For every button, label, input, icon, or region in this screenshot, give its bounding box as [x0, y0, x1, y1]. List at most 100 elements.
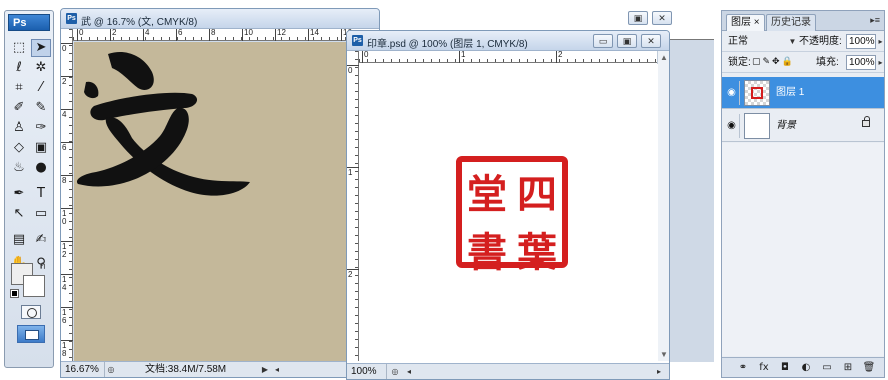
add-mask-icon[interactable]: ◘	[778, 361, 792, 374]
vertical-ruler-seal[interactable]: 0 1 2	[347, 51, 359, 361]
type-tool-icon[interactable]: T	[31, 185, 51, 203]
crop-tool-icon[interactable]: ⌗	[9, 79, 29, 97]
scroll-left-icon-seal[interactable]: ◂	[403, 366, 415, 377]
ruler-major-tick	[77, 29, 78, 41]
workspace: Ps 武 @ 16.7% (文, CMYK/8) ▭ 0246810121416…	[56, 0, 716, 380]
ruler-major-tick	[459, 51, 460, 63]
lasso-tool-icon[interactable]: ℓ	[9, 59, 29, 77]
document-titlebar-seal[interactable]: Ps 印章.psd @ 100% (图层 1, CMYK/8) ▭ ▣ ✕	[347, 31, 669, 51]
fx-icon[interactable]: fx	[757, 361, 771, 374]
status-arrow-icon[interactable]: ▶	[259, 364, 271, 375]
pen-tool-icon[interactable]: ✒	[9, 185, 29, 203]
slice-tool-icon[interactable]: ⁄	[31, 79, 51, 97]
calligraphy-canvas[interactable]	[74, 42, 379, 362]
document-title: 武 @ 16.7% (文, CMYK/8)	[81, 17, 198, 28]
ruler-label: 2	[112, 28, 117, 37]
adjustment-layer-icon[interactable]: ◐	[799, 361, 813, 374]
document-window-calligraphy[interactable]: Ps 武 @ 16.7% (文, CMYK/8) ▭ 0246810121416…	[60, 8, 380, 378]
document-titlebar[interactable]: Ps 武 @ 16.7% (文, CMYK/8) ▭	[61, 9, 379, 29]
brush-tool-icon[interactable]: ✎	[31, 99, 51, 117]
horizontal-ruler[interactable]: 0246810121416	[73, 29, 379, 41]
document-title-seal: 印章.psd @ 100% (图层 1, CMYK/8)	[367, 39, 528, 50]
ruler-major-tick	[347, 167, 359, 168]
zoom-level[interactable]: 16.67%	[61, 362, 105, 377]
ruler-label: 1 8	[62, 341, 67, 358]
marquee-tool-icon[interactable]: ⬚	[9, 39, 29, 57]
lock-icon	[862, 116, 870, 127]
layers-empty-area	[722, 143, 884, 356]
restore-button-seal[interactable]: ▣	[617, 34, 637, 48]
delete-layer-icon[interactable]: 🗑	[862, 361, 876, 374]
layers-panel-toolbar: ⚭ fx ◘ ◐ ▭ ⊞ 🗑	[722, 357, 884, 377]
ruler-label: 0	[79, 28, 84, 37]
clone-stamp-tool-icon[interactable]: ♙	[9, 119, 29, 137]
layer-row-layer1[interactable]: ◉ 图层 1	[722, 77, 884, 109]
lock-label: 锁定:	[728, 57, 751, 68]
link-layers-icon[interactable]: ⚭	[736, 361, 750, 374]
restore-button[interactable]: ▣	[628, 11, 648, 25]
opacity-field[interactable]: 100%	[846, 34, 876, 49]
scroll-right-icon-seal[interactable]: ▸	[653, 366, 665, 377]
vertical-scrollbar[interactable]: ▲ ▼	[657, 51, 669, 361]
blur-tool-icon[interactable]: ♨	[9, 159, 29, 177]
minimize-button-seal[interactable]: ▭	[593, 34, 613, 48]
swap-colors-icon[interactable]: ↰	[39, 261, 47, 272]
fill-field[interactable]: 100%	[846, 55, 876, 70]
chevron-down-icon[interactable]: ▼	[788, 34, 797, 49]
document-window-seal[interactable]: Ps 印章.psd @ 100% (图层 1, CMYK/8) ▭ ▣ ✕ 0 1…	[346, 30, 670, 380]
background-color-swatch[interactable]	[23, 275, 45, 297]
status-menu-icon[interactable]: ◎	[105, 364, 117, 375]
ruler-label: 1	[461, 50, 466, 59]
ruler-label: 0	[364, 50, 369, 59]
visibility-eye-icon[interactable]: ◉	[724, 81, 740, 105]
shape-tool-icon[interactable]: ▭	[31, 205, 51, 223]
dodge-tool-icon[interactable]: ●	[31, 159, 51, 177]
screen-mode-button[interactable]	[17, 325, 45, 343]
ruler-major-tick	[308, 29, 309, 41]
layer-name[interactable]: 图层 1	[776, 77, 804, 109]
fill-arrow-icon[interactable]: ▸	[876, 55, 885, 70]
new-group-icon[interactable]: ▭	[820, 361, 834, 374]
gradient-tool-icon[interactable]: ▣	[31, 139, 51, 157]
tab-history[interactable]: 历史记录	[766, 14, 816, 31]
ruler-major-tick	[347, 269, 359, 270]
ruler-label: 6	[178, 28, 183, 37]
zoom-level-seal[interactable]: 100%	[347, 364, 387, 379]
ruler-major-tick	[556, 51, 557, 63]
new-layer-icon[interactable]: ⊞	[841, 361, 855, 374]
layer-row-background[interactable]: ◉ 背景	[722, 110, 884, 142]
healing-brush-tool-icon[interactable]: ✐	[9, 99, 29, 117]
scroll-left-icon[interactable]: ◂	[271, 364, 283, 375]
eyedropper-tool-icon[interactable]: ✍	[31, 231, 51, 249]
photoshop-logo: Ps	[8, 14, 50, 31]
default-colors-icon[interactable]	[10, 289, 19, 298]
history-brush-tool-icon[interactable]: ✑	[31, 119, 51, 137]
ruler-label: 4	[62, 110, 67, 119]
tab-layers[interactable]: 图层 ×	[726, 14, 765, 31]
panel-menu-icon[interactable]: ▸≡	[870, 15, 880, 26]
ruler-label: 1 2	[62, 242, 67, 259]
ruler-major-tick	[61, 241, 73, 242]
vertical-ruler[interactable]: 0 2 4 6 8 1 0 1 2 1 4 1 6 1 8	[61, 29, 73, 363]
move-tool-icon[interactable]: ➤	[31, 39, 51, 57]
status-menu-icon-seal[interactable]: ◎	[389, 366, 401, 377]
layer-name[interactable]: 背景	[776, 110, 796, 142]
blend-mode-select[interactable]: 正常	[728, 32, 748, 51]
close-button-seal[interactable]: ✕	[641, 34, 661, 48]
ruler-label: 8	[62, 176, 67, 185]
magic-wand-tool-icon[interactable]: ✲	[31, 59, 51, 77]
document-status-bar-seal: 100% ◎ ◂ ▸	[347, 363, 669, 379]
horizontal-ruler-seal[interactable]: 0 1 2	[359, 51, 657, 63]
ruler-major-tick	[209, 29, 210, 41]
ruler-label: 8	[211, 28, 216, 37]
close-button[interactable]: ✕	[652, 11, 672, 25]
eraser-tool-icon[interactable]: ◇	[9, 139, 29, 157]
notes-tool-icon[interactable]: ▤	[9, 231, 29, 249]
quick-mask-button[interactable]	[21, 305, 41, 319]
ruler-label: 1 0	[62, 209, 67, 226]
visibility-eye-icon[interactable]: ◉	[724, 114, 740, 138]
path-selection-tool-icon[interactable]: ↖	[9, 205, 29, 223]
opacity-arrow-icon[interactable]: ▸	[876, 34, 885, 49]
seal-canvas[interactable]: 堂 四 書 葉	[360, 64, 658, 361]
lock-options-icons[interactable]: ▢✎✥🔒	[752, 53, 795, 72]
